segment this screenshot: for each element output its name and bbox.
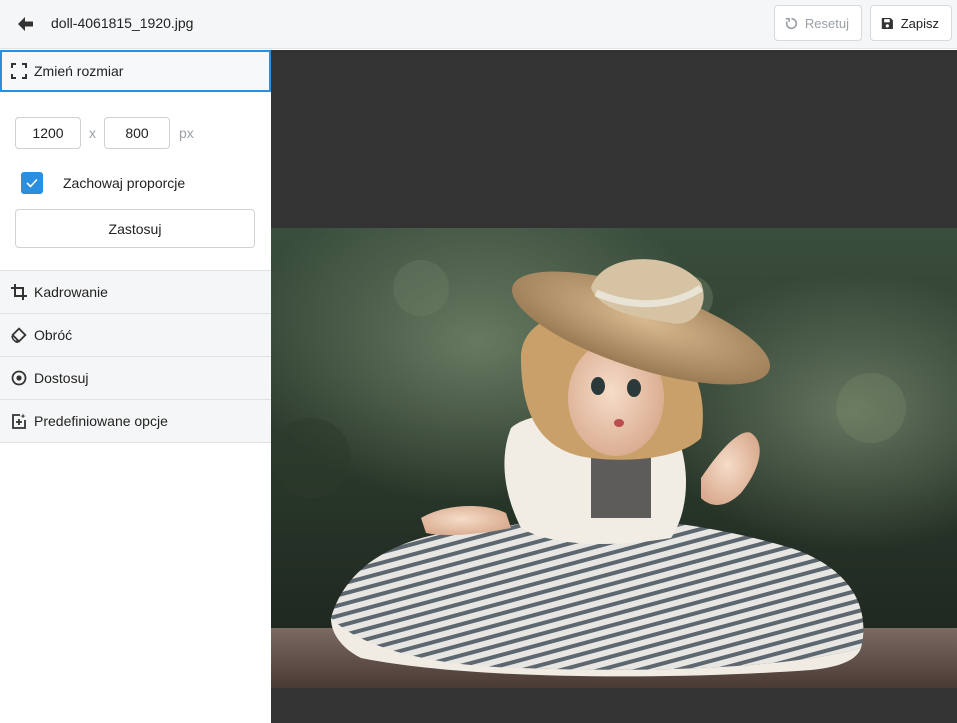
section-resize-label: Zmień rozmiar bbox=[34, 63, 124, 79]
image-canvas[interactable] bbox=[271, 50, 957, 723]
rotate-icon bbox=[11, 327, 27, 343]
back-button[interactable] bbox=[14, 12, 38, 36]
keep-ratio-checkbox[interactable] bbox=[21, 172, 43, 194]
section-crop-label: Kadrowanie bbox=[34, 284, 108, 300]
file-name: doll-4061815_1920.jpg bbox=[51, 15, 194, 31]
presets-icon bbox=[12, 413, 26, 429]
adjust-icon bbox=[11, 370, 27, 386]
save-button[interactable]: Zapisz bbox=[870, 5, 952, 41]
section-presets-label: Predefiniowane opcje bbox=[34, 413, 168, 429]
apply-button[interactable]: Zastosuj bbox=[15, 209, 255, 248]
apply-label: Zastosuj bbox=[108, 220, 162, 237]
reset-label: Resetuj bbox=[804, 15, 849, 31]
height-input[interactable] bbox=[104, 117, 170, 149]
unit-label: px bbox=[179, 125, 194, 141]
section-adjust[interactable]: Dostosuj bbox=[0, 357, 271, 400]
checkmark-icon bbox=[26, 178, 38, 188]
save-label: Zapisz bbox=[900, 15, 939, 31]
section-crop[interactable]: Kadrowanie bbox=[0, 271, 271, 314]
section-adjust-label: Dostosuj bbox=[34, 370, 89, 386]
keep-ratio-label: Zachowaj proporcje bbox=[63, 175, 186, 191]
tools-sidebar: Zmień rozmiar x px Zachowaj proporcje Za… bbox=[0, 50, 271, 723]
floppy-disk-icon bbox=[881, 17, 893, 29]
width-input[interactable] bbox=[15, 117, 81, 149]
resize-icon bbox=[11, 63, 27, 79]
section-presets[interactable]: Predefiniowane opcje bbox=[0, 400, 271, 443]
photo-doll bbox=[271, 228, 957, 688]
crop-icon bbox=[11, 284, 27, 300]
dimension-separator: x bbox=[89, 125, 96, 141]
section-resize[interactable]: Zmień rozmiar bbox=[0, 50, 271, 92]
section-rotate[interactable]: Obróć bbox=[0, 314, 271, 357]
top-toolbar: doll-4061815_1920.jpg Resetuj Zapisz bbox=[0, 0, 957, 49]
resize-panel: x px Zachowaj proporcje Zastosuj bbox=[0, 92, 271, 271]
reset-icon bbox=[785, 17, 798, 29]
reset-button[interactable]: Resetuj bbox=[774, 5, 862, 41]
arrow-left-icon bbox=[18, 17, 33, 31]
section-rotate-label: Obróć bbox=[34, 327, 73, 343]
